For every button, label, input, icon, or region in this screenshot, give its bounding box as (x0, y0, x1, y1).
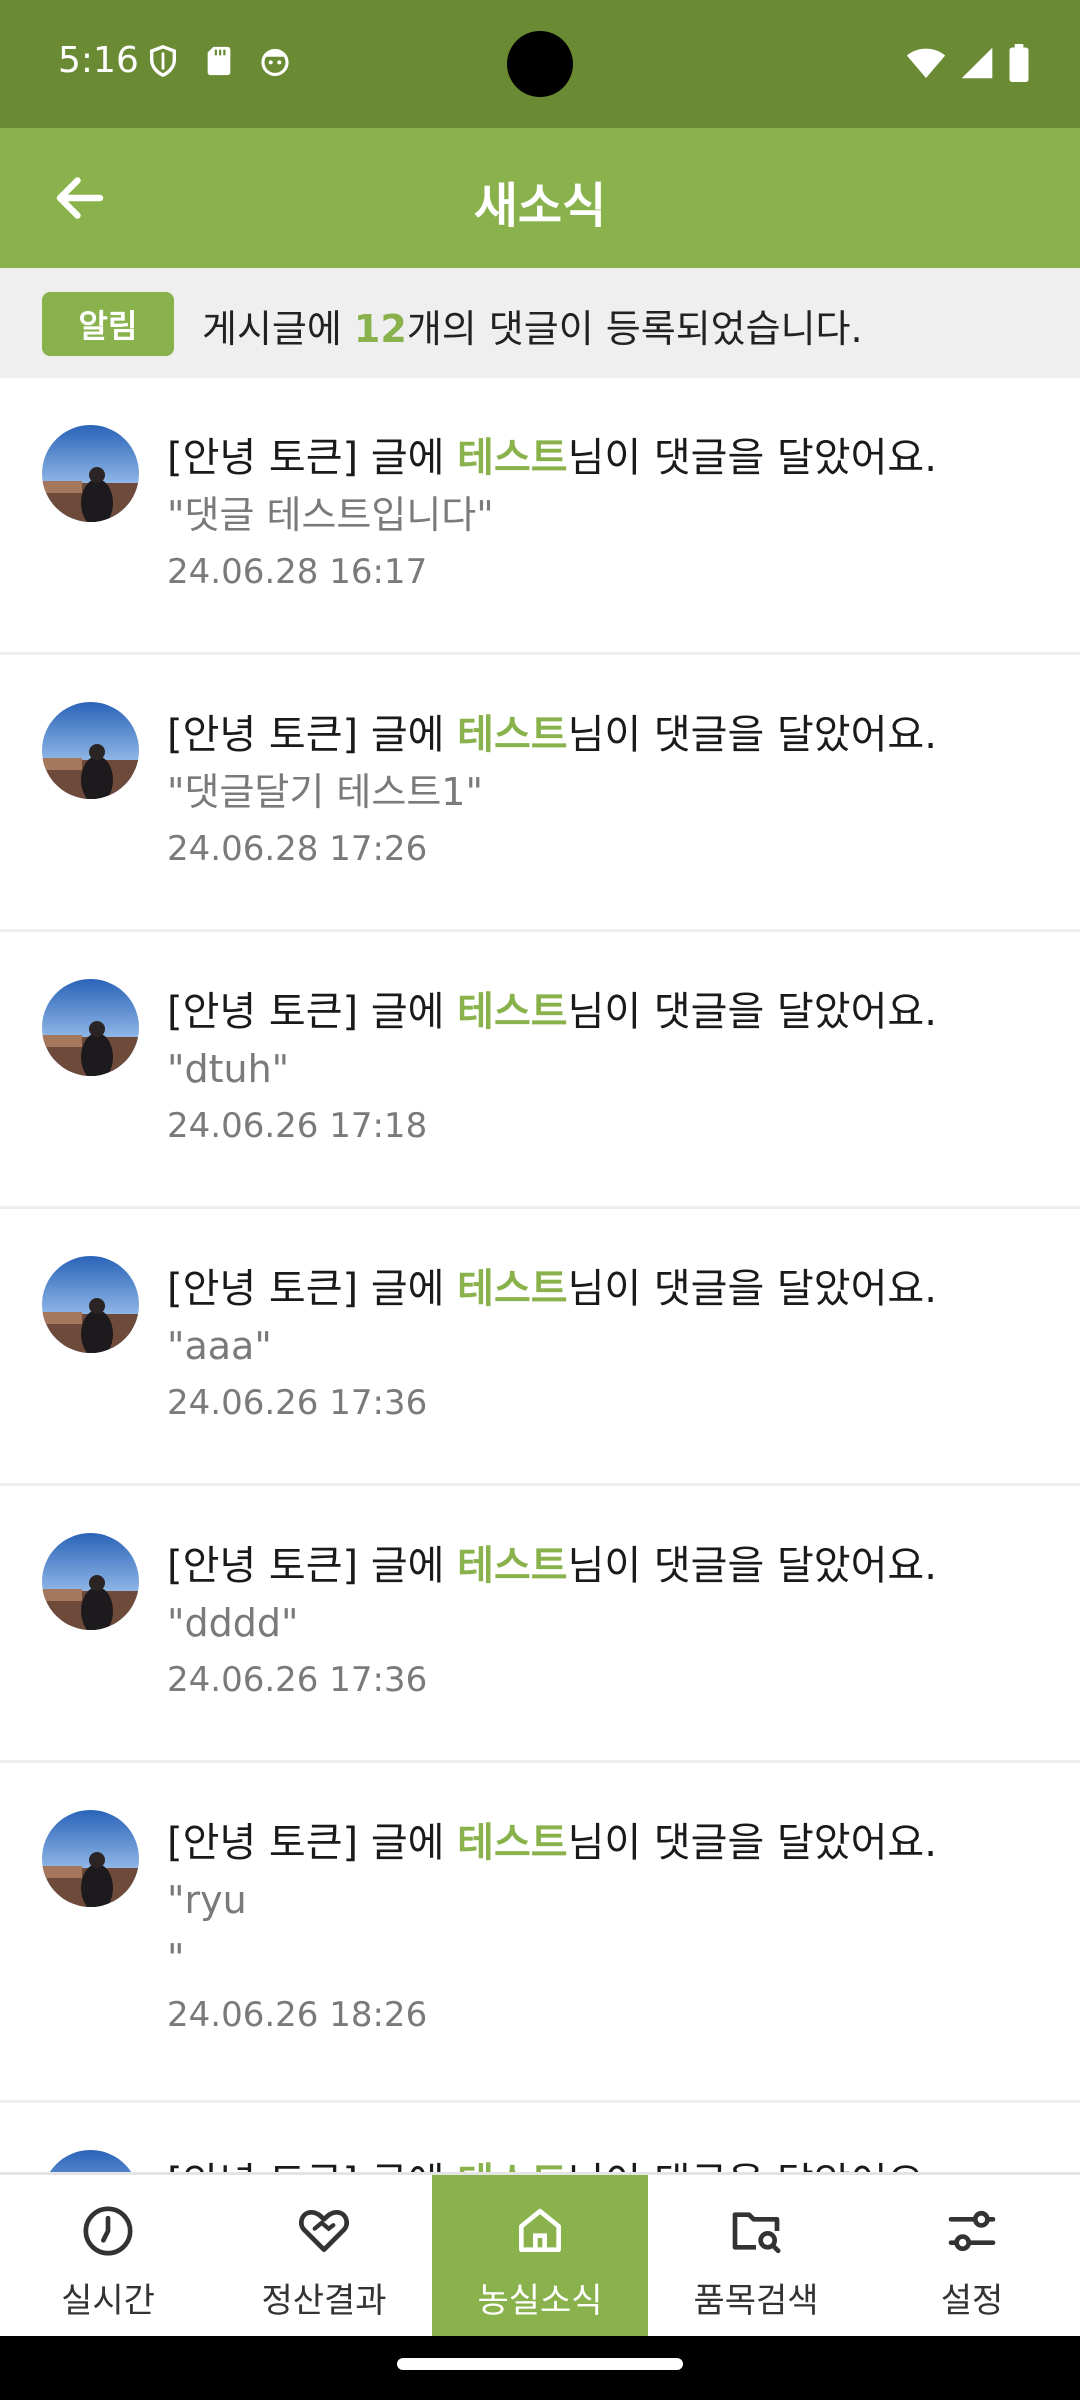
item-author: 테스트 (457, 712, 568, 758)
home-indicator[interactable] (397, 2358, 683, 2370)
item-body: [안녕 토큰] 글에 테스트님이 댓글을 달았어요. "dddd" 24.06.… (167, 1538, 1040, 1708)
list-item[interactable]: [안녕 토큰] 글에 테스트님이 댓글을 달았어요. (0, 2103, 1080, 2172)
status-icons-right (906, 44, 1030, 86)
item-post: [안녕 토큰] 글에 (167, 1266, 458, 1312)
item-author: 테스트 (457, 1266, 568, 1312)
nav-item-farm-news[interactable]: 농실소식 (432, 2175, 648, 2336)
nav-item-realtime[interactable]: 실시간 (0, 2175, 216, 2336)
item-post: [안녕 토큰] 글에 (167, 989, 458, 1035)
gesture-bar (0, 2336, 1080, 2400)
item-comment: "댓글 테스트입니다" (167, 493, 494, 537)
handshake-heart-icon (299, 2210, 349, 2252)
item-author: 테스트 (457, 989, 568, 1035)
list-item[interactable]: [안녕 토큰] 글에 테스트님이 댓글을 달았어요. "댓글 테스트입니다" 2… (0, 378, 1080, 655)
nav-item-settlement[interactable]: 정산결과 (216, 2175, 432, 2336)
item-body: [안녕 토큰] 글에 테스트님이 댓글을 달았어요. "댓글달기 테스트1" 2… (167, 707, 1040, 877)
list-item[interactable]: [안녕 토큰] 글에 테스트님이 댓글을 달았어요. "aaa" 24.06.2… (0, 1209, 1080, 1486)
sliders-icon (948, 2210, 996, 2252)
item-body: [안녕 토큰] 글에 테스트님이 댓글을 달았어요. "aaa" 24.06.2… (167, 1261, 1040, 1431)
item-post: [안녕 토큰] 글에 (167, 712, 458, 758)
avatar (42, 1533, 139, 1630)
nav-label: 농실소식 (477, 2281, 603, 2321)
item-title: [안녕 토큰] 글에 테스트님이 댓글을 달았어요. (167, 2155, 1040, 2172)
cellular-signal-icon (960, 46, 994, 84)
wifi-icon (906, 46, 946, 84)
avatar (42, 979, 139, 1076)
item-comment: "aaa" (167, 1324, 272, 1368)
avatar (42, 702, 139, 799)
notice-text-after: 개의 댓글이 등록되었습니다. (406, 307, 863, 351)
list-item[interactable]: [안녕 토큰] 글에 테스트님이 댓글을 달았어요. "dddd" 24.06.… (0, 1486, 1080, 1763)
item-comment: "댓글달기 테스트1" (167, 770, 483, 814)
face-icon (258, 44, 292, 78)
nav-label: 설정 (940, 2281, 1004, 2321)
notice-text: 게시글에 12개의 댓글이 등록되었습니다. (202, 298, 863, 353)
sd-card-icon (202, 44, 236, 78)
item-date: 24.06.28 17:26 (167, 829, 428, 869)
battery-icon (1008, 44, 1030, 86)
item-body: [안녕 토큰] 글에 테스트님이 댓글을 달았어요. "댓글 테스트입니다" 2… (167, 430, 1040, 600)
item-comment: "dddd" (167, 1601, 299, 1645)
status-icons-left (146, 44, 292, 78)
shield-icon (146, 44, 180, 78)
item-author: 테스트 (457, 1543, 568, 1589)
folder-search-icon (732, 2212, 781, 2254)
avatar (42, 425, 139, 522)
item-suffix: 님이 댓글을 달았어요. (568, 2160, 937, 2172)
nav-item-item-search[interactable]: 품목검색 (648, 2175, 864, 2336)
item-post: [안녕 토큰] 글에 (167, 2160, 457, 2172)
item-suffix: 님이 댓글을 달았어요. (567, 1266, 937, 1312)
item-date: 24.06.26 17:36 (167, 1383, 428, 1423)
item-title: [안녕 토큰] 글에 테스트님이 댓글을 달았어요. (167, 430, 1040, 486)
item-body: [안녕 토큰] 글에 테스트님이 댓글을 달았어요. (167, 2155, 1040, 2172)
item-title: [안녕 토큰] 글에 테스트님이 댓글을 달았어요. (167, 707, 1040, 763)
item-date: 24.06.26 17:36 (167, 1660, 428, 1700)
home-icon (519, 2208, 561, 2252)
item-author: 테스트 (457, 2160, 567, 2172)
list-item[interactable]: [안녕 토큰] 글에 테스트님이 댓글을 달았어요. "댓글달기 테스트1" 2… (0, 655, 1080, 932)
item-suffix: 님이 댓글을 달았어요. (567, 1543, 937, 1589)
item-date: 24.06.26 18:26 (167, 1995, 428, 2035)
bottom-nav: 실시간 정산결과 농실소식 품목검색 설정 (0, 2172, 1080, 2336)
item-body: [안녕 토큰] 글에 테스트님이 댓글을 달았어요. "dtuh" 24.06.… (167, 984, 1040, 1154)
nav-label: 정산결과 (261, 2281, 387, 2321)
item-author: 테스트 (457, 1820, 568, 1866)
notice-badge: 알림 (42, 292, 174, 356)
item-suffix: 님이 댓글을 달았어요. (567, 435, 937, 481)
list-item[interactable]: [안녕 토큰] 글에 테스트님이 댓글을 달았어요. "ryu " 24.06.… (0, 1763, 1080, 2103)
item-date: 24.06.26 17:18 (167, 1106, 428, 1146)
item-suffix: 님이 댓글을 달았어요. (567, 1820, 937, 1866)
item-post: [안녕 토큰] 글에 (167, 1820, 458, 1866)
camera-cutout (507, 31, 573, 97)
clock-icon (83, 2206, 133, 2256)
item-comment: "ryu " (167, 1878, 247, 1980)
item-date: 24.06.28 16:17 (167, 552, 428, 592)
list-item[interactable]: [안녕 토큰] 글에 테스트님이 댓글을 달았어요. "dtuh" 24.06.… (0, 932, 1080, 1209)
avatar (42, 1256, 139, 1353)
nav-label: 실시간 (61, 2281, 155, 2321)
notification-list[interactable]: [안녕 토큰] 글에 테스트님이 댓글을 달았어요. "댓글 테스트입니다" 2… (0, 378, 1080, 2172)
notice-text-before: 게시글에 (202, 307, 354, 351)
item-comment: "dtuh" (167, 1047, 290, 1091)
item-title: [안녕 토큰] 글에 테스트님이 댓글을 달았어요. (167, 1261, 1040, 1317)
item-author: 테스트 (457, 435, 568, 481)
app-bar: 새소식 (0, 128, 1080, 268)
item-post: [안녕 토큰] 글에 (167, 435, 458, 481)
item-title: [안녕 토큰] 글에 테스트님이 댓글을 달았어요. (167, 984, 1040, 1040)
page-title: 새소식 (473, 178, 607, 234)
item-post: [안녕 토큰] 글에 (167, 1543, 458, 1589)
comment-count: 12 (353, 307, 407, 351)
item-suffix: 님이 댓글을 달았어요. (567, 989, 937, 1035)
avatar (42, 1810, 139, 1907)
avatar (42, 2150, 139, 2172)
notice-banner: 알림 게시글에 12개의 댓글이 등록되었습니다. (0, 268, 1080, 378)
nav-item-settings[interactable]: 설정 (864, 2175, 1080, 2336)
item-title: [안녕 토큰] 글에 테스트님이 댓글을 달았어요. (167, 1538, 1040, 1594)
item-suffix: 님이 댓글을 달았어요. (567, 712, 937, 758)
status-bar: 5:16 (0, 0, 1080, 128)
nav-label: 품목검색 (693, 2281, 819, 2321)
status-time: 5:16 (58, 40, 139, 81)
item-body: [안녕 토큰] 글에 테스트님이 댓글을 달았어요. "ryu " 24.06.… (167, 1815, 1040, 2043)
item-title: [안녕 토큰] 글에 테스트님이 댓글을 달았어요. (167, 1815, 1040, 1871)
